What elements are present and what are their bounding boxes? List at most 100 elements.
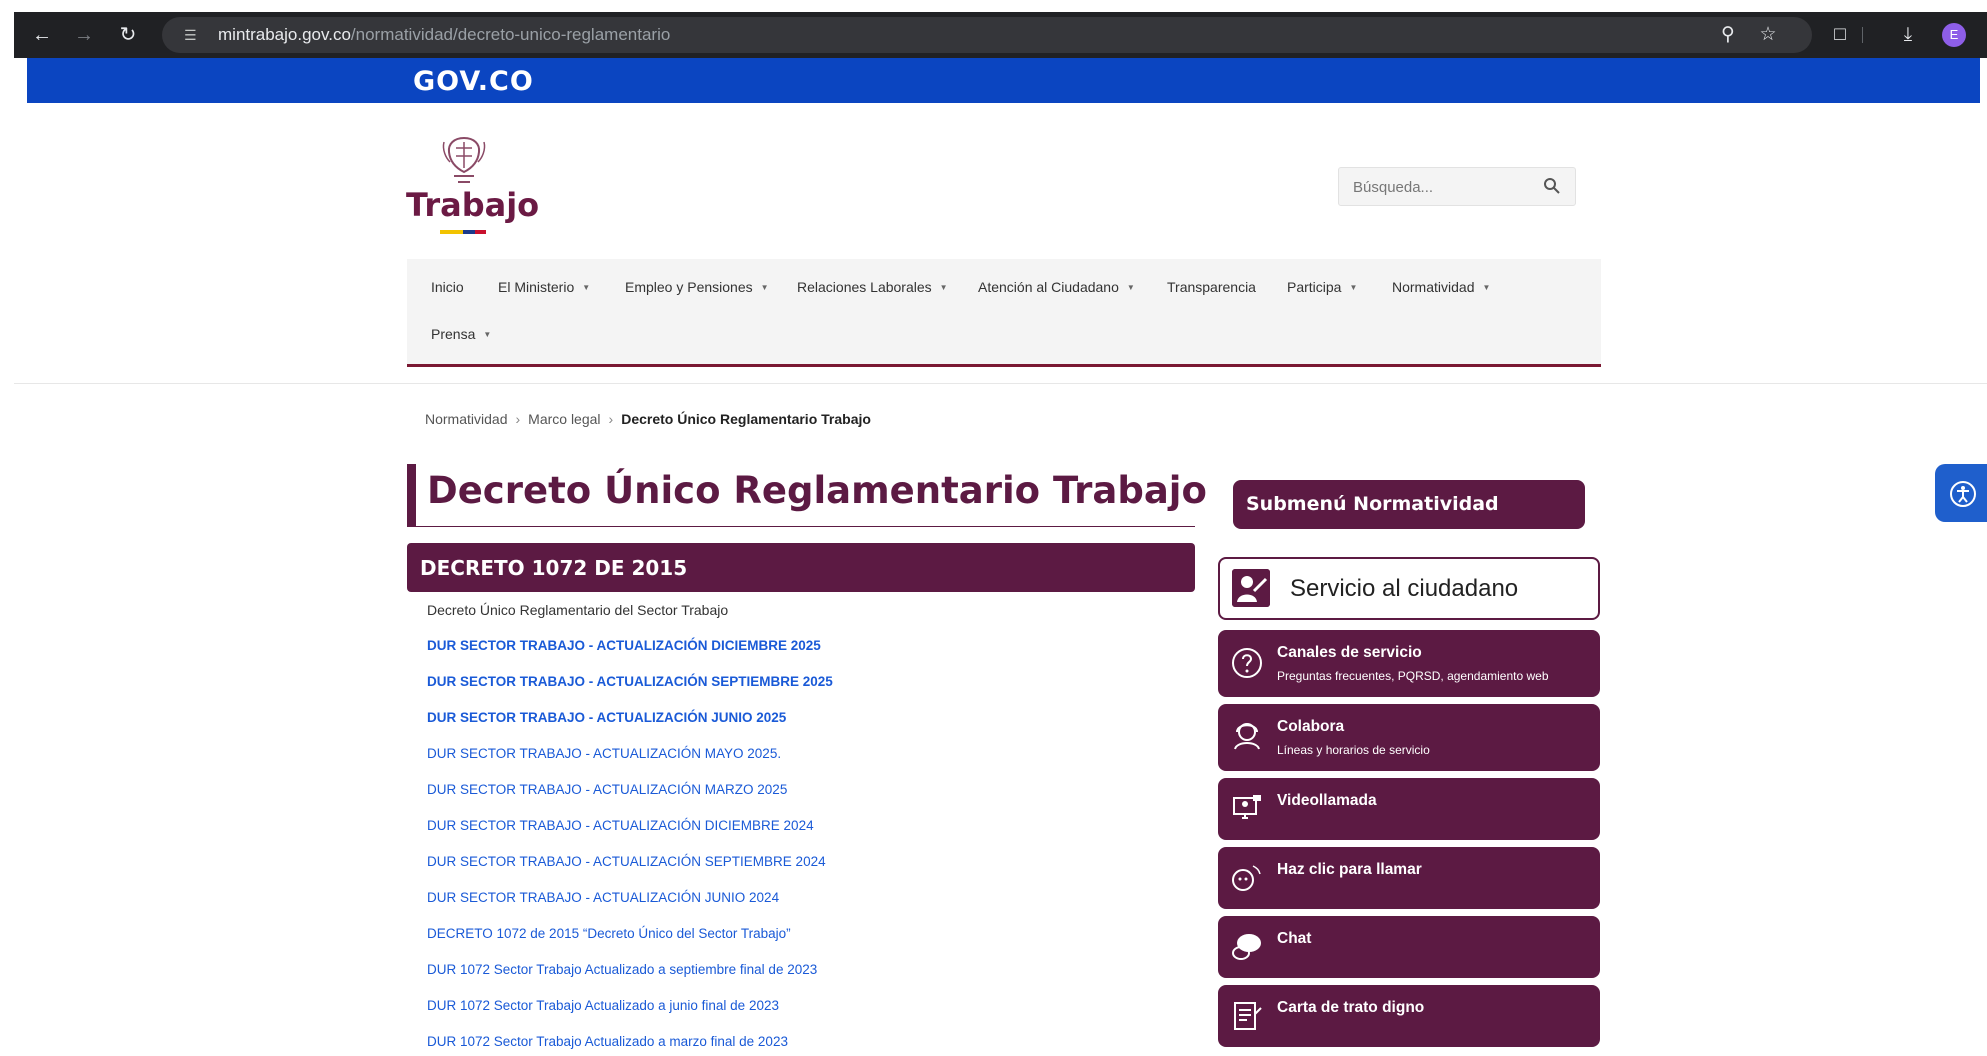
- menu-label: El Ministerio: [498, 279, 575, 295]
- menu-label: Inicio: [431, 279, 464, 295]
- logo-text: Trabajo: [406, 186, 540, 224]
- menu-item-empleo-pensiones[interactable]: Empleo y Pensiones ▼: [625, 279, 769, 295]
- service-label: Chat: [1277, 930, 1312, 947]
- doc-link[interactable]: DUR 1072 Sector Trabajo Actualizado a ma…: [427, 1034, 788, 1049]
- menu-item-normatividad[interactable]: Normatividad ▼: [1392, 279, 1490, 295]
- section-title: DECRETO 1072 DE 2015: [420, 556, 688, 580]
- section-subtitle: Decreto Único Reglamentario del Sector T…: [427, 602, 729, 618]
- doc-link[interactable]: DUR SECTOR TRABAJO - ACTUALIZACIÓN JUNIO…: [427, 710, 786, 725]
- agent-icon: [1234, 723, 1260, 750]
- service-header-label: Servicio al ciudadano: [1290, 575, 1519, 602]
- breadcrumb-normatividad[interactable]: Normatividad: [425, 411, 507, 427]
- doc-link[interactable]: DUR 1072 Sector Trabajo Actualizado a ju…: [427, 998, 779, 1013]
- url-domain: mintrabajo.gov.co: [218, 25, 351, 44]
- browser-toolbar: ← → ↻ ☰ mintrabajo.gov.co/normatividad/d…: [14, 12, 1987, 58]
- menu-item-relaciones-laborales[interactable]: Relaciones Laborales ▼: [797, 279, 948, 295]
- service-videollamada[interactable]: Videollamada: [1218, 778, 1600, 840]
- service-canales[interactable]: Canales de servicio Preguntas frecuentes…: [1218, 630, 1600, 697]
- address-bar[interactable]: ☰ mintrabajo.gov.co/normatividad/decreto…: [162, 17, 1812, 53]
- menu-label: Atención al Ciudadano: [978, 279, 1119, 295]
- toolbar-divider: [1862, 27, 1863, 43]
- chat-icon: [1232, 934, 1261, 960]
- menu-label: Transparencia: [1167, 279, 1256, 295]
- accessibility-icon: [1950, 481, 1976, 507]
- doc-link[interactable]: DECRETO 1072 de 2015 “Decreto Único del …: [427, 926, 791, 941]
- caret-down-icon: ▼: [582, 283, 591, 292]
- url-path: /normatividad/decreto-unico-reglamentari…: [350, 25, 671, 44]
- service-chat[interactable]: Chat: [1218, 916, 1600, 978]
- menu-label: Participa: [1287, 279, 1342, 295]
- gov-co-logo[interactable]: GOV.CO: [413, 66, 534, 97]
- menu-item-prensa[interactable]: Prensa ▼: [431, 326, 491, 342]
- doc-link[interactable]: DUR SECTOR TRABAJO - ACTUALIZACIÓN DICIE…: [427, 818, 814, 833]
- doc-link[interactable]: DUR SECTOR TRABAJO - ACTUALIZACIÓN JUNIO…: [427, 890, 779, 905]
- service-label: Canales de servicio: [1277, 644, 1422, 661]
- search-icon[interactable]: [1543, 177, 1561, 195]
- video-call-icon: [1233, 795, 1261, 819]
- caret-down-icon: ▼: [1349, 283, 1358, 292]
- breadcrumb: Normatividad › Marco legal › Decreto Único R…: [425, 411, 871, 427]
- service-clic-para-llamar[interactable]: Haz clic para llamar: [1218, 847, 1600, 909]
- citizen-service-icon: [1232, 569, 1270, 607]
- url-text[interactable]: mintrabajo.gov.co/normatividad/decreto-u…: [218, 17, 670, 53]
- service-sublabel: Líneas y horarios de servicio: [1277, 743, 1430, 757]
- search-box: [1338, 167, 1576, 206]
- caret-down-icon: ▼: [1482, 283, 1491, 292]
- menu-item-inicio[interactable]: Inicio: [431, 279, 464, 295]
- submenu-normatividad-button[interactable]: Submenú Normatividad: [1233, 480, 1585, 529]
- page-title-block: Decreto Único Reglamentario Trabajo: [407, 464, 1207, 527]
- doc-link[interactable]: DUR SECTOR TRABAJO - ACTUALIZACIÓN SEPTI…: [427, 674, 833, 689]
- chevron-right-icon: ›: [608, 411, 614, 427]
- zoom-icon[interactable]: ⚲: [1714, 21, 1742, 49]
- gov-co-bar: GOV.CO: [27, 58, 1980, 103]
- extensions-icon[interactable]: □: [1826, 21, 1854, 49]
- reload-icon[interactable]: ↻: [114, 21, 142, 49]
- flag-stripe: [440, 230, 486, 234]
- caret-down-icon: ▼: [939, 283, 948, 292]
- service-carta-trato-digno[interactable]: Carta de trato digno: [1218, 985, 1600, 1047]
- search-input[interactable]: [1353, 176, 1533, 198]
- bookmark-star-icon[interactable]: ☆: [1754, 21, 1782, 49]
- call-icon: [1232, 865, 1261, 891]
- doc-link[interactable]: DUR 1072 Sector Trabajo Actualizado a se…: [427, 962, 817, 977]
- menu-label: Relaciones Laborales: [797, 279, 932, 295]
- doc-link[interactable]: DUR SECTOR TRABAJO - ACTUALIZACIÓN SEPTI…: [427, 854, 826, 869]
- main-menu: Inicio El Ministerio ▼ Empleo y Pensiones…: [407, 259, 1601, 367]
- coat-of-arms-icon: [442, 136, 486, 183]
- service-label: Colabora: [1277, 718, 1345, 735]
- menu-label: Empleo y Pensiones: [625, 279, 753, 295]
- service-label: Carta de trato digno: [1277, 999, 1425, 1016]
- service-sublabel: Preguntas frecuentes, PQRSD, agendamient…: [1277, 669, 1549, 683]
- service-label: Videollamada: [1277, 792, 1377, 809]
- question-icon: [1232, 648, 1262, 678]
- service-header[interactable]: Servicio al ciudadano: [1218, 557, 1600, 620]
- doc-link[interactable]: DUR SECTOR TRABAJO - ACTUALIZACIÓN MAYO …: [427, 746, 781, 761]
- page-title: Decreto Único Reglamentario Trabajo: [427, 469, 1207, 512]
- menu-label: Prensa: [431, 326, 476, 342]
- breadcrumb-marco-legal[interactable]: Marco legal: [528, 411, 600, 427]
- site-info-icon[interactable]: ☰: [184, 26, 202, 44]
- caret-down-icon: ▼: [760, 283, 769, 292]
- menu-item-transparencia[interactable]: Transparencia: [1167, 279, 1256, 295]
- service-colabora[interactable]: Colabora Líneas y horarios de servicio: [1218, 704, 1600, 771]
- menu-label: Normatividad: [1392, 279, 1475, 295]
- document-icon: [1234, 1002, 1262, 1030]
- menu-item-participa[interactable]: Participa ▼: [1287, 279, 1357, 295]
- back-icon[interactable]: ←: [28, 21, 56, 49]
- ministry-logo[interactable]: Trabajo: [406, 136, 539, 240]
- profile-avatar[interactable]: E: [1942, 23, 1966, 47]
- doc-link[interactable]: DUR SECTOR TRABAJO - ACTUALIZACIÓN MARZO…: [427, 782, 787, 797]
- menu-item-el-ministerio[interactable]: El Ministerio ▼: [498, 279, 590, 295]
- chevron-right-icon: ›: [515, 411, 521, 427]
- download-icon[interactable]: ⤓: [1894, 21, 1922, 49]
- header-divider: [14, 383, 1987, 384]
- submenu-title: Submenú Normatividad: [1246, 493, 1499, 515]
- caret-down-icon: ▼: [483, 330, 492, 339]
- service-label: Haz clic para llamar: [1277, 861, 1422, 878]
- menu-item-atencion-ciudadano[interactable]: Atención al Ciudadano ▼: [978, 279, 1135, 295]
- caret-down-icon: ▼: [1126, 283, 1135, 292]
- doc-link[interactable]: DUR SECTOR TRABAJO - ACTUALIZACIÓN DICIE…: [427, 638, 821, 653]
- accessibility-button[interactable]: [1935, 464, 1987, 522]
- breadcrumb-current: Decreto Único Reglamentario Trabajo: [621, 411, 871, 427]
- forward-icon[interactable]: →: [70, 21, 98, 49]
